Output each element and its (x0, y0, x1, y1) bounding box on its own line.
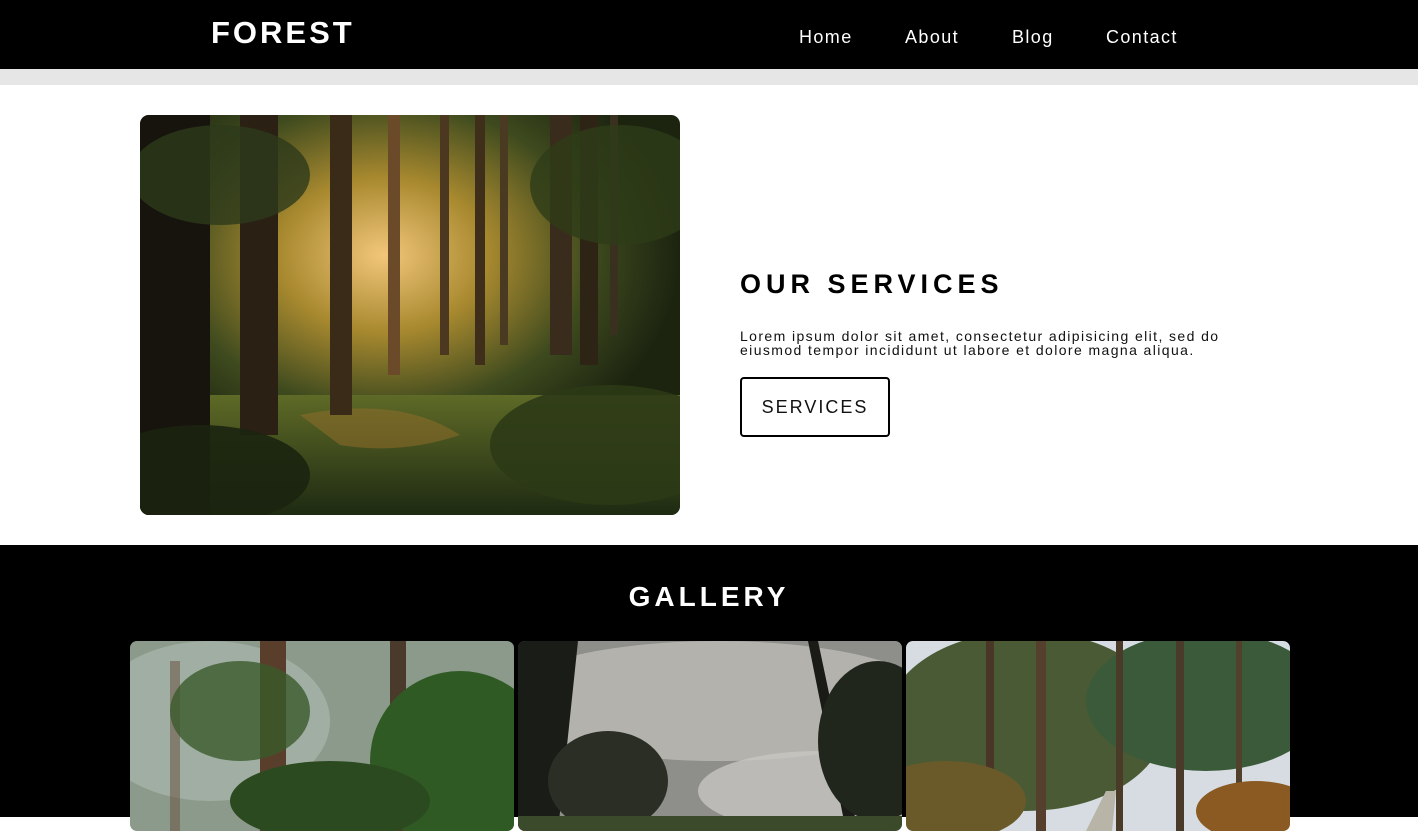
header-divider-strip (0, 69, 1418, 85)
nav-link-blog[interactable]: Blog (1012, 27, 1054, 48)
gallery-image-misty-redwoods[interactable] (130, 641, 514, 831)
gallery-heading: GALLERY (628, 581, 790, 612)
nav-link-about[interactable]: About (905, 27, 959, 48)
services-description: Lorem ipsum dolor sit amet, consectetur … (740, 328, 1220, 358)
forest-hero-image (140, 115, 680, 515)
services-button[interactable]: SERVICES (740, 377, 890, 437)
gallery-image-pine-path[interactable] (906, 641, 1290, 831)
site-header: FOREST Home About Blog Contact (0, 0, 1418, 69)
gallery-section: GALLERY (0, 545, 1418, 831)
services-heading: OUR SERVICES (740, 269, 1004, 299)
site-logo[interactable]: FOREST (211, 15, 355, 51)
nav-link-contact[interactable]: Contact (1106, 27, 1178, 48)
nav-link-home[interactable]: Home (799, 27, 853, 48)
gallery-image-foggy-lake[interactable] (518, 641, 902, 831)
